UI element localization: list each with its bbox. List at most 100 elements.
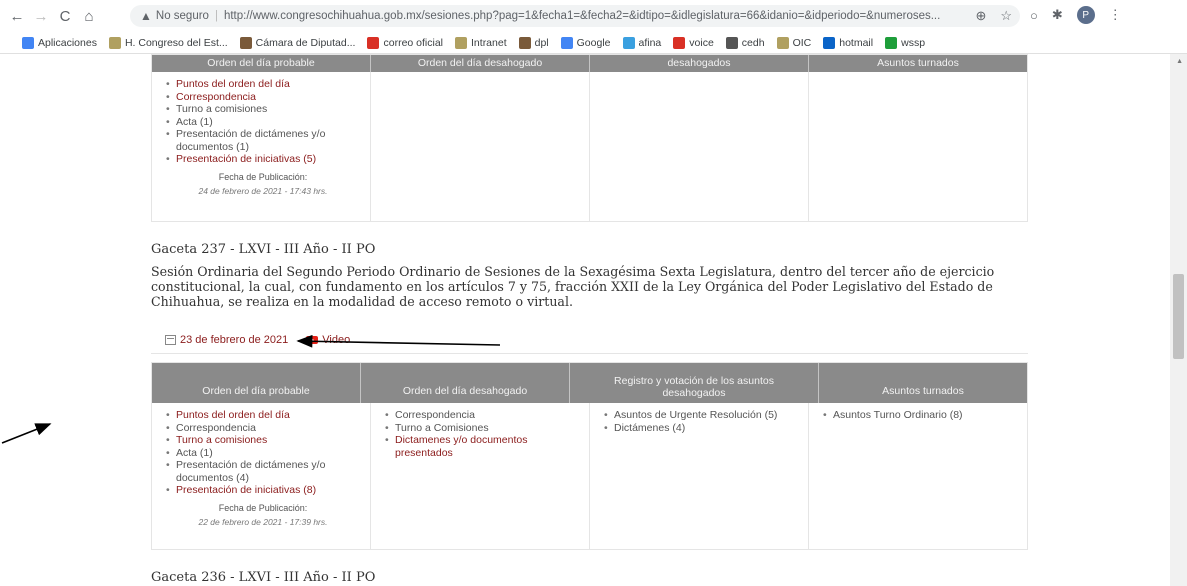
pub-date: 22 de febrero de 2021 - 17:39 hrs.: [198, 516, 328, 527]
video-link[interactable]: Video: [306, 334, 350, 346]
list-item[interactable]: Presentación de iniciativas (5): [164, 153, 362, 166]
list-item[interactable]: Correspondencia: [164, 422, 362, 435]
bookmark-label: wssp: [901, 36, 926, 49]
list-item[interactable]: Asuntos Turno Ordinario (8): [821, 409, 1019, 422]
list-item[interactable]: Turno a comisiones: [164, 103, 362, 116]
bookmark-label: hotmail: [839, 36, 874, 49]
profile-avatar[interactable]: P: [1076, 6, 1095, 24]
star-icon[interactable]: ☆: [1000, 8, 1012, 24]
list-item[interactable]: Presentación de dictámenes y/o documento…: [164, 128, 362, 153]
browser-toolbar: ← → C ⌂ ▲ No seguro | http://www.congres…: [0, 0, 1187, 32]
voice-icon: [673, 36, 686, 49]
list-item[interactable]: Dictámenes (4): [602, 422, 800, 435]
warning-icon: ▲: [140, 9, 152, 23]
list-item[interactable]: Acta (1): [164, 447, 362, 460]
page-content: Orden del día probable Orden del día des…: [0, 54, 1170, 586]
bookmark-item[interactable]: dpl: [518, 36, 549, 49]
list-item[interactable]: Correspondencia: [383, 409, 581, 422]
bookmark-item[interactable]: Cámara de Diputad...: [239, 36, 356, 49]
list-item[interactable]: Presentación de iniciativas (8): [164, 484, 362, 497]
cell-desahogado: CorrespondenciaTurno a ComisionesDictame…: [371, 403, 590, 549]
zoom-icon[interactable]: ⊕: [975, 8, 986, 24]
intranet-icon: [455, 36, 468, 49]
cell-desahogado: [371, 72, 590, 222]
bookmark-item[interactable]: wssp: [885, 36, 926, 49]
bookmark-item[interactable]: Intranet: [455, 36, 507, 49]
menu-kebab-icon[interactable]: ⋮: [1109, 7, 1122, 23]
x-icon: [367, 36, 380, 49]
bookmark-label: correo oficial: [383, 36, 444, 49]
wssp-icon: [885, 36, 898, 49]
bookmark-label: Cámara de Diputad...: [255, 36, 356, 49]
th-turnados: Asuntos turnados: [882, 385, 964, 397]
cell-registro: [590, 72, 809, 222]
scroll-thumb[interactable]: [1173, 274, 1184, 359]
afina-icon: [622, 36, 635, 49]
list-item[interactable]: Presentación de dictámenes y/o documento…: [164, 459, 362, 484]
bookmark-item[interactable]: correo oficial: [367, 36, 444, 49]
bookmarks-bar: Aplicaciones H. Congreso del Est... Cámara…: [0, 32, 1187, 54]
puzzle-icon[interactable]: ✱: [1052, 7, 1063, 23]
session-date-link[interactable]: 23 de febrero de 2021: [165, 334, 288, 346]
home-icon[interactable]: ⌂: [80, 8, 98, 25]
reload-icon[interactable]: C: [56, 8, 74, 25]
bookmark-label: afina: [638, 36, 662, 49]
gaceta-237-table: Orden del día probable Orden del día des…: [151, 362, 1028, 550]
cell-turnados: [809, 72, 1027, 222]
bookmark-item[interactable]: Google: [560, 36, 611, 49]
bookmark-item[interactable]: OIC: [776, 36, 812, 49]
page-scrollbar[interactable]: ▲: [1170, 54, 1187, 586]
th-registro: Registro y votación de los asuntos desah…: [570, 363, 819, 403]
bookmark-label: OIC: [792, 36, 812, 49]
cell-probable: Puntos del orden del díaCorrespondenciaT…: [152, 72, 371, 222]
bookmark-item[interactable]: voice: [673, 36, 714, 49]
scroll-up-icon[interactable]: ▲: [1176, 58, 1183, 65]
back-icon[interactable]: ←: [8, 8, 26, 25]
address-bar[interactable]: ▲ No seguro | http://www.congresochihuah…: [130, 5, 1020, 27]
list-item[interactable]: Correspondencia: [164, 91, 362, 104]
table-header: Orden del día probable Orden del día des…: [152, 363, 1027, 403]
bookmark-item[interactable]: H. Congreso del Est...: [108, 36, 228, 49]
bookmark-item[interactable]: Aplicaciones: [22, 36, 97, 49]
bookmark-label: H. Congreso del Est...: [124, 36, 228, 49]
bookmark-label: Google: [576, 36, 611, 49]
extension-circle-icon[interactable]: ○: [1030, 8, 1038, 23]
bookmark-item[interactable]: afina: [622, 36, 662, 49]
list-probable: Puntos del orden del díaCorrespondenciaT…: [164, 78, 362, 166]
outlook-icon: [823, 36, 836, 49]
url-text: http://www.congresochihuahua.gob.mx/sesi…: [223, 10, 941, 22]
forward-icon[interactable]: →: [32, 8, 50, 25]
list-item[interactable]: Acta (1): [164, 116, 362, 129]
congress-icon: [108, 36, 121, 49]
list-probable: Puntos del orden del díaCorrespondenciaT…: [164, 409, 362, 497]
cell-turnados: Asuntos Turno Ordinario (8): [809, 403, 1027, 549]
bookmark-label: Intranet: [471, 36, 507, 49]
gaceta-237-title[interactable]: Gaceta 237 - LXVI - III Año - II PO: [151, 242, 375, 257]
list-item[interactable]: Dictamenes y/o documentos presentados: [383, 434, 581, 459]
th-desahogado: Orden del día desahogado: [361, 363, 570, 403]
session-date: 23 de febrero de 2021: [180, 333, 289, 346]
list-item[interactable]: Turno a Comisiones: [383, 422, 581, 435]
list-item[interactable]: Asuntos de Urgente Resolución (5): [602, 409, 800, 422]
pub-label: Fecha de Publicación:: [218, 171, 308, 182]
bookmark-item[interactable]: hotmail: [823, 36, 874, 49]
th-desahogado: Orden del día desahogado: [371, 55, 590, 72]
gaceta-238-table: Orden del día probable Orden del día des…: [151, 54, 1028, 222]
pub-label: Fecha de Publicación:: [218, 502, 308, 513]
youtube-icon: [306, 335, 319, 344]
gaceta-236-title[interactable]: Gaceta 236 - LXVI - III Año - II PO: [151, 570, 375, 585]
bookmark-item[interactable]: cedh: [725, 36, 765, 49]
bookmark-label: cedh: [741, 36, 765, 49]
th-probable: Orden del día probable: [152, 363, 361, 403]
cell-registro: Asuntos de Urgente Resolución (5)Dictáme…: [590, 403, 809, 549]
list-item[interactable]: Puntos del orden del día: [164, 409, 362, 422]
list-item[interactable]: Turno a comisiones: [164, 434, 362, 447]
calendar-icon: [165, 334, 176, 345]
list-item[interactable]: Puntos del orden del día: [164, 78, 362, 91]
camara-icon: [239, 36, 252, 49]
list-turnados: Asuntos Turno Ordinario (8): [821, 409, 1019, 422]
url-separator: |: [214, 10, 218, 22]
list-registro: Asuntos de Urgente Resolución (5)Dictáme…: [602, 409, 800, 434]
table-header: Orden del día probable Orden del día des…: [152, 55, 1027, 72]
oic-icon: [776, 36, 789, 49]
